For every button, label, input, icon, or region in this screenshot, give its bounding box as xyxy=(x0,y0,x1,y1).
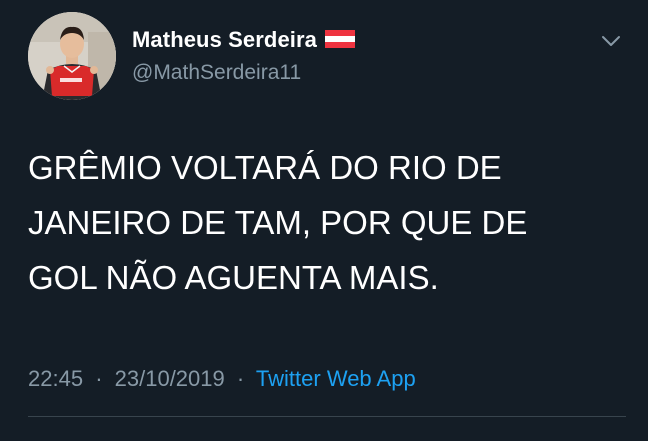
display-name[interactable]: Matheus Serdeira xyxy=(132,27,317,53)
user-handle[interactable]: @MathSerdeira11 xyxy=(132,61,301,85)
tweet-text: GRÊMIO VOLTARÁ DO RIO DE JANEIRO DE TAM,… xyxy=(28,140,588,305)
chevron-down-icon[interactable] xyxy=(600,34,622,48)
tweet-card: Matheus Serdeira @MathSerdeira11 GRÊMIO … xyxy=(0,0,648,441)
meta-separator: · xyxy=(95,366,103,391)
divider xyxy=(28,416,626,417)
profile-photo xyxy=(28,12,116,100)
tweet-text-line: GRÊMIO VOLTARÁ DO RIO DE xyxy=(28,149,502,186)
tweet-text-line: GOL NÃO AGUENTA MAIS. xyxy=(28,259,439,296)
tweet-meta: 22:45 · 23/10/2019 · Twitter Web App xyxy=(28,366,416,392)
austria-flag-icon xyxy=(325,30,356,48)
avatar[interactable] xyxy=(28,12,116,100)
name-row: Matheus Serdeira xyxy=(132,27,356,53)
meta-separator: · xyxy=(236,366,245,391)
tweet-source-link[interactable]: Twitter Web App xyxy=(256,366,416,391)
tweet-time[interactable]: 22:45 xyxy=(28,366,83,391)
tweet-date[interactable]: 23/10/2019 xyxy=(115,366,225,391)
tweet-text-line: JANEIRO DE TAM, POR QUE DE xyxy=(28,204,528,241)
